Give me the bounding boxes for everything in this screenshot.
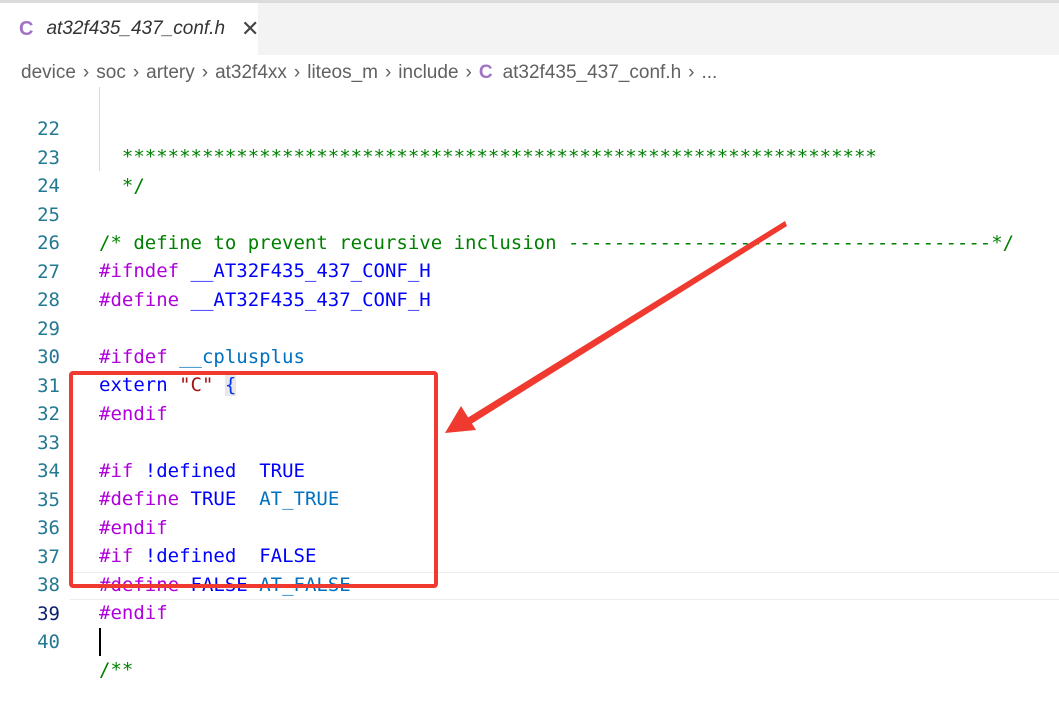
code-line-28: 28 [0, 258, 1059, 311]
chevron-right-icon: › [201, 62, 209, 83]
code-line-26: 26 #ifndef __AT32F435_437_CONF_H [0, 201, 1059, 282]
chevron-right-icon: › [465, 62, 472, 83]
code-line-25: 25 /* define to prevent recursive inclus… [0, 173, 1059, 254]
code-line-30: 30 extern "C" { [0, 315, 1059, 396]
close-icon[interactable]: ✕ [241, 16, 259, 42]
breadcrumb-file[interactable]: at32f435_437_conf.h [503, 62, 682, 84]
breadcrumb-artery[interactable]: artery [146, 62, 195, 84]
code-line-23: 23 */ [0, 116, 1059, 197]
line-number: 40 [37, 631, 60, 653]
breadcrumb-include[interactable]: include [398, 62, 458, 84]
breadcrumb-at32f4xx[interactable]: at32f4xx [215, 62, 287, 84]
breadcrumb-device[interactable]: device [21, 62, 76, 84]
tab-bar: C at32f435_437_conf.h ✕ [0, 3, 1059, 55]
tab-at32f435-437-conf-h[interactable]: C at32f435_437_conf.h ✕ [0, 3, 259, 55]
breadcrumb-soc[interactable]: soc [96, 62, 126, 84]
text-cursor [99, 627, 101, 656]
code-line-24: 24 [0, 144, 1059, 197]
c-file-icon: C [19, 17, 34, 40]
code-line-27: 27 #define __AT32F435_437_CONF_H [0, 230, 1059, 311]
breadcrumb-liteos-m[interactable]: liteos_m [307, 62, 378, 84]
code-line-29: 29 #ifdef __cplusplus [0, 287, 1059, 368]
chevron-right-icon: › [82, 62, 90, 83]
chevron-right-icon: › [293, 62, 301, 83]
code-line-40: 40 /** [0, 600, 1059, 681]
tab-title: at32f435_437_conf.h [46, 18, 226, 39]
chevron-right-icon: › [132, 62, 140, 83]
chevron-right-icon: › [384, 62, 392, 83]
c-file-icon: C [478, 62, 493, 83]
code-line-31: 31 #endif [0, 344, 1059, 425]
annotation-highlight-box [69, 371, 438, 588]
code-text: /** [99, 659, 134, 681]
chevron-right-icon: › [688, 62, 695, 83]
breadcrumb: device › soc › artery › at32f4xx › liteo… [21, 58, 717, 88]
breadcrumb-ellipsis[interactable]: ... [701, 62, 717, 84]
code-line-22: 22 *************************************… [0, 87, 1059, 168]
